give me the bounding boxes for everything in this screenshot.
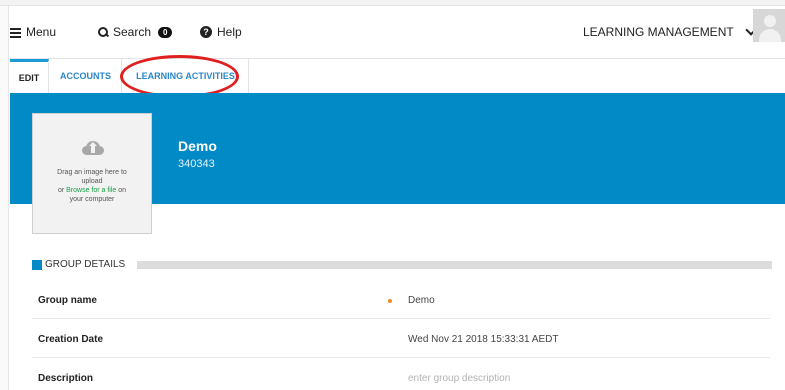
description-row: Description enter group description	[32, 360, 770, 390]
organization-switcher[interactable]: LEARNING MANAGEMENT	[583, 24, 757, 39]
search-button[interactable]: Search 0	[98, 25, 173, 39]
section-marker	[32, 260, 42, 270]
upload-instructions: Drag an image here to upload or Browse f…	[57, 169, 127, 203]
description-field[interactable]: enter group description	[408, 373, 510, 384]
search-label: Search	[113, 25, 152, 39]
tab-accounts[interactable]: ACCOUNTS	[50, 59, 122, 93]
creation-date-label: Creation Date	[38, 334, 104, 345]
tab-bar: EDIT ACCOUNTS LEARNING ACTIVITIES	[10, 58, 785, 93]
help-icon: ?	[200, 26, 212, 38]
group-title: Demo	[178, 138, 217, 154]
group-id: 340343	[178, 158, 215, 170]
search-icon	[98, 27, 108, 37]
creation-date-row: Creation Date Wed Nov 21 2018 15:33:31 A…	[32, 321, 770, 358]
browse-file-link[interactable]: Browse for a file	[66, 187, 116, 194]
tab-edit[interactable]: EDIT	[10, 59, 49, 93]
hamburger-icon	[10, 27, 21, 38]
help-button[interactable]: ? Help	[200, 25, 242, 39]
group-name-field[interactable]: Demo	[408, 295, 435, 306]
group-name-row: Group name Demo	[32, 282, 770, 319]
description-label: Description	[38, 373, 94, 384]
organization-label: LEARNING MANAGEMENT	[583, 25, 734, 39]
help-label: Help	[217, 25, 242, 39]
menu-button[interactable]: Menu	[10, 25, 56, 39]
section-title: GROUP DETAILS	[45, 259, 126, 270]
image-upload-dropzone[interactable]: Drag an image here to upload or Browse f…	[32, 113, 152, 234]
creation-date-value: Wed Nov 21 2018 15:33:31 AEDT	[408, 334, 559, 345]
window-left-edge	[0, 6, 9, 390]
required-indicator	[388, 299, 392, 303]
top-bar: Menu Search 0 ? Help LEARNING MANAGEMENT	[10, 7, 785, 58]
group-details-header: GROUP DETAILS	[32, 259, 772, 271]
section-divider	[137, 261, 772, 269]
window-top-edge	[0, 0, 785, 6]
user-avatar[interactable]	[753, 9, 785, 42]
menu-label: Menu	[26, 25, 57, 39]
tab-learning-activities[interactable]: LEARNING ACTIVITIES	[123, 59, 249, 93]
group-name-label: Group name	[38, 295, 97, 306]
cloud-upload-icon	[82, 141, 104, 155]
search-count-badge: 0	[158, 26, 173, 38]
